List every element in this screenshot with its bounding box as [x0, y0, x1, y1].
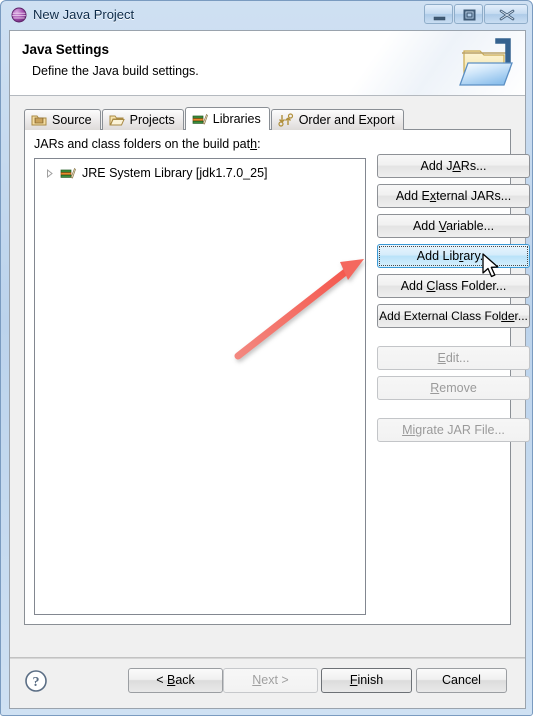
libraries-books-icon	[192, 111, 208, 127]
libraries-tab-panel: JARs and class folders on the build path…	[24, 129, 530, 625]
btn-post: r...	[514, 309, 528, 323]
svg-text:?: ?	[33, 675, 40, 690]
build-path-list[interactable]: JRE System Library [jdk1.7.0_25]	[34, 158, 366, 615]
btn-post: emove	[439, 381, 477, 395]
build-path-label-colon: :	[257, 137, 261, 151]
dialog-window: New Java Project Java Settings Define th…	[0, 0, 533, 716]
cancel-button[interactable]: Cancel	[416, 668, 507, 693]
eclipse-sphere-icon	[11, 7, 27, 23]
btn-mnemonic: A	[452, 159, 461, 173]
add-class-folder-button[interactable]: Add Class Folder...	[377, 274, 530, 298]
edit-button: Edit...	[377, 346, 530, 370]
btn-pre: Add E	[395, 189, 430, 203]
btn-pre: Add External Class Fol	[379, 309, 502, 323]
close-icon[interactable]	[484, 4, 528, 24]
wizard-header: Java Settings Define the Java build sett…	[10, 31, 525, 96]
libraries-books-icon	[60, 165, 77, 181]
btn-pre: Cancel	[442, 673, 481, 687]
title-bar: New Java Project	[1, 1, 533, 30]
btn-mnemonic: R	[430, 381, 440, 395]
window-controls	[423, 4, 528, 25]
button-gap	[377, 406, 503, 418]
back-button[interactable]: < Back	[128, 668, 223, 693]
btn-post: lass Folder...	[435, 279, 507, 293]
add-jars-button[interactable]: Add JARs...	[377, 154, 530, 178]
source-folder-icon	[31, 112, 47, 128]
page-title: Java Settings	[22, 42, 110, 57]
migrate-jar-file-button: Migrate JAR File...	[377, 418, 530, 442]
help-icon[interactable]: ?	[24, 669, 48, 693]
add-external-class-folder-button[interactable]: Add External Class Folder...	[377, 304, 530, 328]
list-item[interactable]: JRE System Library [jdk1.7.0_25]	[35, 163, 268, 183]
btn-post: Rs...	[460, 159, 487, 173]
build-path-label-text: JARs and class folders on the build pat	[34, 137, 251, 151]
btn-post: ariable...	[446, 219, 495, 233]
tab-libraries[interactable]: Libraries	[184, 107, 270, 130]
btn-post: dit...	[445, 351, 470, 365]
add-variable-button[interactable]: Add Variable...	[377, 214, 530, 238]
tab-order-and-export[interactable]: Order and Export	[270, 109, 404, 130]
btn-post: grate JAR File...	[415, 423, 505, 437]
btn-pre: <	[156, 673, 167, 687]
build-path-label: JARs and class folders on the build path…	[34, 137, 261, 151]
btn-post: ext >	[261, 673, 289, 687]
tab-strip: Source Projects Libraries Order and Expo…	[24, 107, 405, 130]
list-item-label: JRE System Library [jdk1.7.0_25]	[82, 166, 268, 180]
add-library-button[interactable]: Add Library...	[377, 244, 530, 268]
remove-button: Remove	[377, 376, 530, 400]
maximize-icon[interactable]	[454, 4, 483, 24]
tab-source[interactable]: Source	[24, 109, 101, 130]
order-export-icon	[278, 112, 294, 128]
arrow-pointer-cursor	[482, 253, 499, 278]
btn-pre: Add	[400, 279, 427, 293]
btn-mnemonic: Mi	[402, 423, 416, 437]
minimize-icon[interactable]	[424, 4, 453, 24]
window-title: New Java Project	[33, 7, 135, 22]
tab-order-and-export-label: Order and Export	[298, 113, 395, 127]
projects-folder-icon	[109, 112, 125, 128]
btn-mnemonic: de	[501, 309, 515, 323]
library-actions: Add JARs... Add External JARs... Add Var…	[377, 154, 530, 448]
tab-source-label: Source	[52, 113, 92, 127]
tab-projects-label: Projects	[129, 113, 175, 127]
dialog-client-area: Java Settings Define the Java build sett…	[9, 30, 530, 709]
btn-post: ack	[175, 673, 195, 687]
btn-post: ternal JARs...	[436, 189, 512, 203]
btn-post: inish	[357, 673, 384, 687]
btn-pre: Add Lib	[416, 249, 460, 263]
btn-pre: Add J	[420, 159, 453, 173]
page-subtitle: Define the Java build settings.	[32, 64, 199, 78]
java-folder-icon	[454, 33, 520, 91]
finish-button[interactable]: Finish	[321, 668, 412, 693]
btn-mnemonic: V	[438, 219, 447, 233]
btn-mnemonic: r	[459, 249, 464, 263]
button-gap	[377, 334, 503, 346]
tab-projects[interactable]: Projects	[101, 109, 184, 130]
btn-pre: Add	[412, 219, 439, 233]
footer-separator	[10, 657, 525, 659]
collapsed-triangle-icon[interactable]	[43, 167, 56, 180]
next-button: Next >	[223, 668, 318, 693]
btn-mnemonic: N	[252, 673, 262, 687]
tab-libraries-label: Libraries	[212, 112, 261, 126]
btn-mnemonic: E	[437, 351, 446, 365]
add-external-jars-button[interactable]: Add External JARs...	[377, 184, 530, 208]
